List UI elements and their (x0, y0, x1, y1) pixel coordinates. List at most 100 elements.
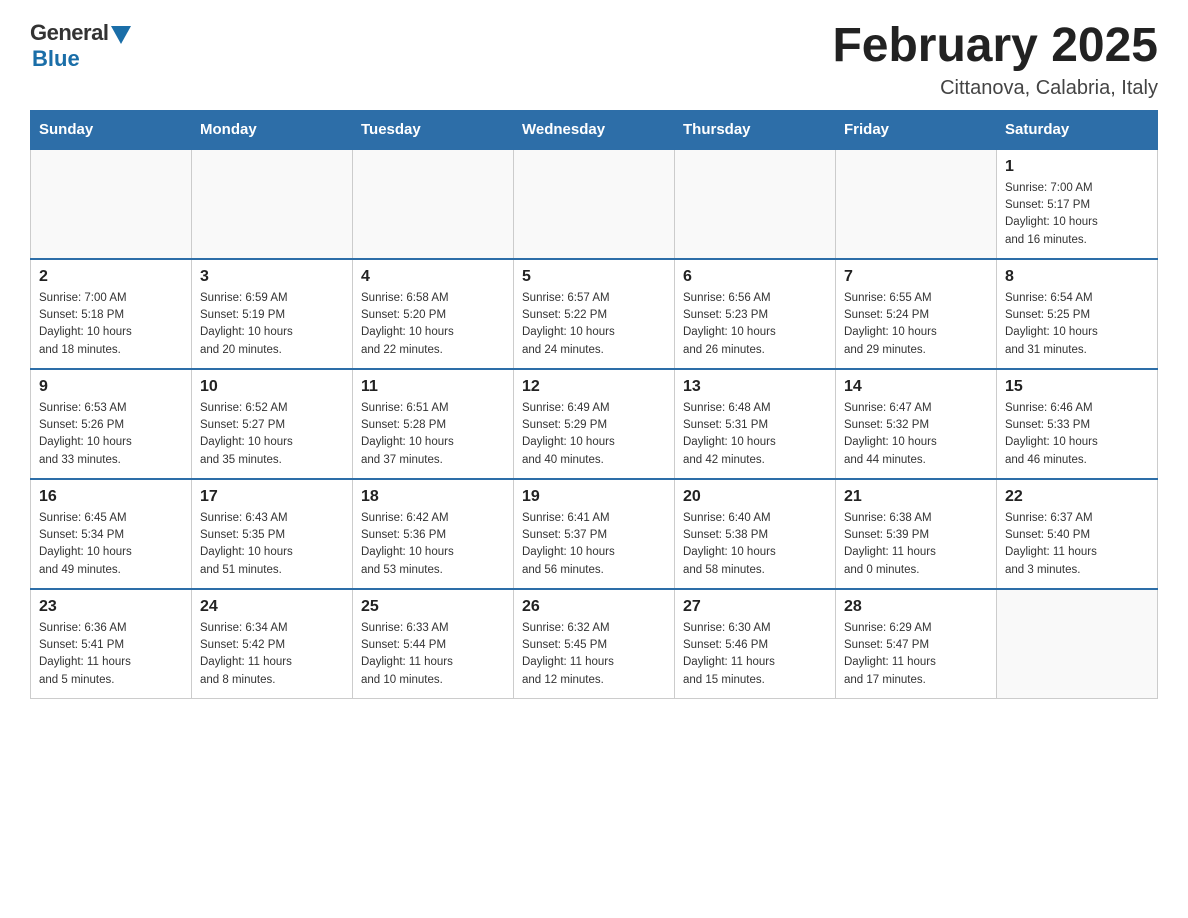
day-info: Sunrise: 6:51 AMSunset: 5:28 PMDaylight:… (361, 400, 505, 469)
calendar-table: SundayMondayTuesdayWednesdayThursdayFrid… (30, 110, 1158, 700)
day-number: 21 (844, 488, 988, 506)
calendar-cell: 17Sunrise: 6:43 AMSunset: 5:35 PMDayligh… (192, 479, 353, 589)
day-info: Sunrise: 6:59 AMSunset: 5:19 PMDaylight:… (200, 290, 344, 359)
calendar-cell: 13Sunrise: 6:48 AMSunset: 5:31 PMDayligh… (675, 369, 836, 479)
calendar-cell: 28 Sunrise: 6:29 AMSunset: 5:47 PMDayligh… (836, 589, 997, 699)
day-number: 4 (361, 268, 505, 286)
day-number: 25 (361, 598, 505, 616)
logo-triangle-icon (111, 26, 131, 44)
day-info: Sunrise: 6:46 AMSunset: 5:33 PMDaylight:… (1005, 400, 1149, 469)
day-number: 1 (1005, 158, 1149, 176)
day-info: Sunrise: 6:49 AMSunset: 5:29 PMDaylight:… (522, 400, 666, 469)
logo-blue-text: Blue (32, 46, 80, 72)
calendar-cell: 7Sunrise: 6:55 AMSunset: 5:24 PMDaylight… (836, 259, 997, 369)
calendar-cell: 16Sunrise: 6:45 AMSunset: 5:34 PMDayligh… (31, 479, 192, 589)
day-number: 14 (844, 378, 988, 396)
day-number: 23 (39, 598, 183, 616)
day-number: 19 (522, 488, 666, 506)
day-info: Sunrise: 7:00 AMSunset: 5:17 PMDaylight:… (1005, 180, 1149, 249)
calendar-cell: 1 Sunrise: 7:00 AMSunset: 5:17 PMDaylight… (997, 149, 1158, 259)
column-header-friday: Friday (836, 110, 997, 149)
calendar-cell (31, 149, 192, 259)
day-info: Sunrise: 6:29 AMSunset: 5:47 PMDaylight:… (844, 620, 988, 689)
calendar-cell: 27 Sunrise: 6:30 AMSunset: 5:46 PMDayligh… (675, 589, 836, 699)
calendar-cell (353, 149, 514, 259)
day-info: Sunrise: 6:58 AMSunset: 5:20 PMDaylight:… (361, 290, 505, 359)
day-number: 20 (683, 488, 827, 506)
day-number: 5 (522, 268, 666, 286)
day-info: Sunrise: 6:57 AMSunset: 5:22 PMDaylight:… (522, 290, 666, 359)
calendar-cell: 24 Sunrise: 6:34 AMSunset: 5:42 PMDayligh… (192, 589, 353, 699)
calendar-cell: 5 Sunrise: 6:57 AMSunset: 5:22 PMDaylight… (514, 259, 675, 369)
calendar-week-3: 9 Sunrise: 6:53 AMSunset: 5:26 PMDaylight… (31, 369, 1158, 479)
day-number: 27 (683, 598, 827, 616)
day-number: 12 (522, 378, 666, 396)
calendar-cell: 20 Sunrise: 6:40 AMSunset: 5:38 PMDayligh… (675, 479, 836, 589)
day-info: Sunrise: 6:41 AMSunset: 5:37 PMDaylight:… (522, 510, 666, 579)
calendar-cell (675, 149, 836, 259)
day-number: 6 (683, 268, 827, 286)
logo: General Blue (30, 20, 131, 72)
location-text: Cittanova, Calabria, Italy (832, 77, 1158, 100)
calendar-header-row: SundayMondayTuesdayWednesdayThursdayFrid… (31, 110, 1158, 149)
day-number: 28 (844, 598, 988, 616)
day-info: Sunrise: 6:55 AMSunset: 5:24 PMDaylight:… (844, 290, 988, 359)
calendar-cell: 22Sunrise: 6:37 AMSunset: 5:40 PMDayligh… (997, 479, 1158, 589)
calendar-cell: 19 Sunrise: 6:41 AMSunset: 5:37 PMDayligh… (514, 479, 675, 589)
calendar-cell: 8Sunrise: 6:54 AMSunset: 5:25 PMDaylight… (997, 259, 1158, 369)
calendar-week-2: 2 Sunrise: 7:00 AMSunset: 5:18 PMDaylight… (31, 259, 1158, 369)
calendar-cell: 2 Sunrise: 7:00 AMSunset: 5:18 PMDaylight… (31, 259, 192, 369)
day-info: Sunrise: 6:47 AMSunset: 5:32 PMDaylight:… (844, 400, 988, 469)
day-info: Sunrise: 6:30 AMSunset: 5:46 PMDaylight:… (683, 620, 827, 689)
calendar-cell (997, 589, 1158, 699)
column-header-saturday: Saturday (997, 110, 1158, 149)
calendar-cell: 15 Sunrise: 6:46 AMSunset: 5:33 PMDayligh… (997, 369, 1158, 479)
day-number: 18 (361, 488, 505, 506)
column-header-monday: Monday (192, 110, 353, 149)
day-number: 15 (1005, 378, 1149, 396)
day-number: 26 (522, 598, 666, 616)
page-header: General Blue February 2025 Cittanova, Ca… (30, 20, 1158, 100)
day-info: Sunrise: 7:00 AMSunset: 5:18 PMDaylight:… (39, 290, 183, 359)
day-info: Sunrise: 6:33 AMSunset: 5:44 PMDaylight:… (361, 620, 505, 689)
calendar-cell: 23 Sunrise: 6:36 AMSunset: 5:41 PMDayligh… (31, 589, 192, 699)
calendar-cell: 6 Sunrise: 6:56 AMSunset: 5:23 PMDaylight… (675, 259, 836, 369)
day-info: Sunrise: 6:38 AMSunset: 5:39 PMDaylight:… (844, 510, 988, 579)
month-title: February 2025 (832, 20, 1158, 73)
day-number: 11 (361, 378, 505, 396)
day-info: Sunrise: 6:32 AMSunset: 5:45 PMDaylight:… (522, 620, 666, 689)
day-info: Sunrise: 6:42 AMSunset: 5:36 PMDaylight:… (361, 510, 505, 579)
day-number: 2 (39, 268, 183, 286)
day-info: Sunrise: 6:56 AMSunset: 5:23 PMDaylight:… (683, 290, 827, 359)
calendar-week-4: 16Sunrise: 6:45 AMSunset: 5:34 PMDayligh… (31, 479, 1158, 589)
day-info: Sunrise: 6:54 AMSunset: 5:25 PMDaylight:… (1005, 290, 1149, 359)
calendar-cell: 14 Sunrise: 6:47 AMSunset: 5:32 PMDayligh… (836, 369, 997, 479)
calendar-cell: 4 Sunrise: 6:58 AMSunset: 5:20 PMDaylight… (353, 259, 514, 369)
calendar-cell: 25 Sunrise: 6:33 AMSunset: 5:44 PMDayligh… (353, 589, 514, 699)
day-number: 9 (39, 378, 183, 396)
day-info: Sunrise: 6:52 AMSunset: 5:27 PMDaylight:… (200, 400, 344, 469)
calendar-cell: 10Sunrise: 6:52 AMSunset: 5:27 PMDayligh… (192, 369, 353, 479)
day-number: 22 (1005, 488, 1149, 506)
calendar-cell (514, 149, 675, 259)
column-header-thursday: Thursday (675, 110, 836, 149)
calendar-cell: 9 Sunrise: 6:53 AMSunset: 5:26 PMDaylight… (31, 369, 192, 479)
day-info: Sunrise: 6:40 AMSunset: 5:38 PMDaylight:… (683, 510, 827, 579)
calendar-cell: 18 Sunrise: 6:42 AMSunset: 5:36 PMDayligh… (353, 479, 514, 589)
day-info: Sunrise: 6:34 AMSunset: 5:42 PMDaylight:… (200, 620, 344, 689)
calendar-cell: 11 Sunrise: 6:51 AMSunset: 5:28 PMDayligh… (353, 369, 514, 479)
day-info: Sunrise: 6:36 AMSunset: 5:41 PMDaylight:… (39, 620, 183, 689)
calendar-cell: 21 Sunrise: 6:38 AMSunset: 5:39 PMDayligh… (836, 479, 997, 589)
day-info: Sunrise: 6:45 AMSunset: 5:34 PMDaylight:… (39, 510, 183, 579)
day-number: 3 (200, 268, 344, 286)
calendar-week-5: 23 Sunrise: 6:36 AMSunset: 5:41 PMDayligh… (31, 589, 1158, 699)
calendar-cell (836, 149, 997, 259)
day-number: 24 (200, 598, 344, 616)
calendar-cell (192, 149, 353, 259)
day-number: 13 (683, 378, 827, 396)
day-info: Sunrise: 6:53 AMSunset: 5:26 PMDaylight:… (39, 400, 183, 469)
column-header-tuesday: Tuesday (353, 110, 514, 149)
calendar-cell: 3 Sunrise: 6:59 AMSunset: 5:19 PMDaylight… (192, 259, 353, 369)
day-info: Sunrise: 6:43 AMSunset: 5:35 PMDaylight:… (200, 510, 344, 579)
calendar-cell: 26 Sunrise: 6:32 AMSunset: 5:45 PMDayligh… (514, 589, 675, 699)
